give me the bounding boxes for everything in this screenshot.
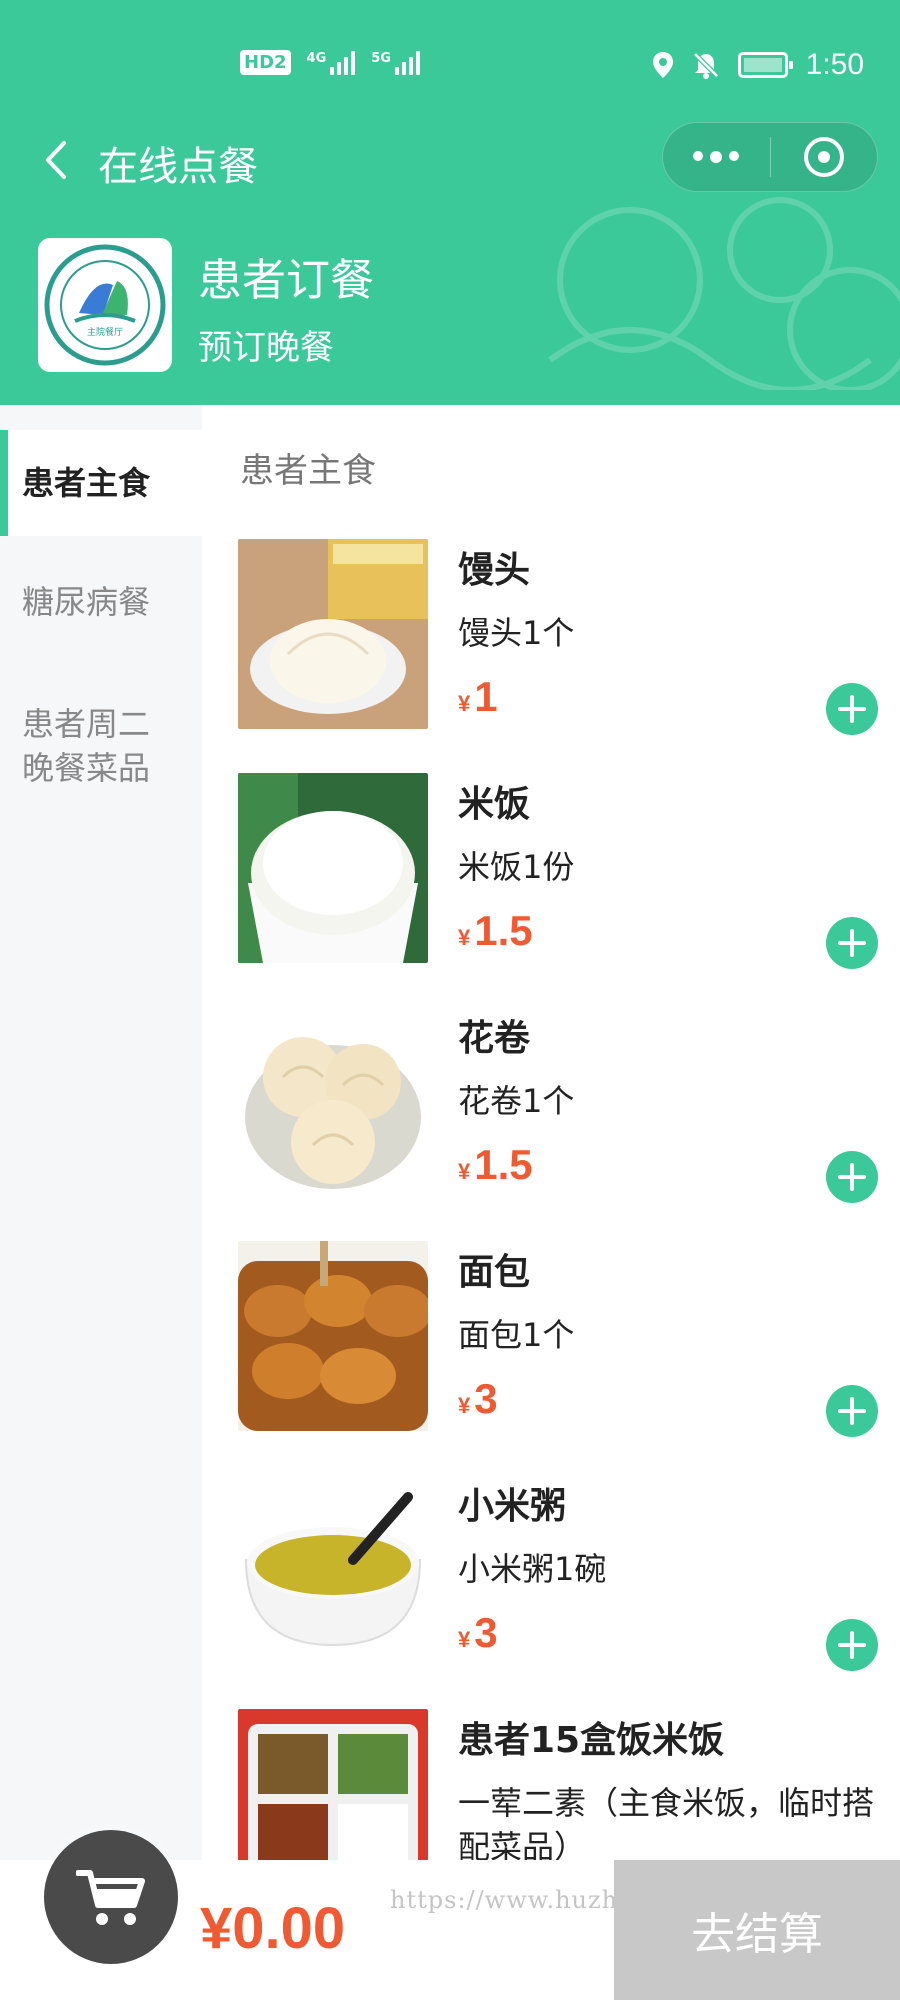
sidebar-item-diabetes-meal[interactable]: 糖尿病餐 (0, 580, 202, 624)
item-desc: 米饭1份 (458, 848, 575, 886)
list-item: 患者15盒饭米饭 一荤二素（主食米饭，临时搭配菜品） ¥15 (238, 1709, 878, 1860)
food-image-bread (238, 1241, 428, 1431)
food-image-huajuan (238, 1007, 428, 1197)
item-name: 患者15盒饭米饭 (458, 1720, 725, 1761)
decorative-pattern (548, 197, 900, 390)
add-to-cart-button[interactable] (826, 1151, 878, 1203)
item-desc: 一荤二素（主食米饭，临时搭配菜品） (458, 1784, 875, 1860)
sidebar-item-patient-staple[interactable]: 患者主食 (0, 430, 202, 536)
item-price: ¥3 (458, 1609, 498, 1656)
close-miniprogram-button[interactable] (770, 122, 877, 192)
header: HD2 4G 5G 1:50 在线点餐 主院餐厅 患者订餐 预订晚餐 (0, 0, 900, 405)
shop-name: 患者订餐 (198, 255, 374, 306)
item-name: 馒头 (458, 550, 531, 591)
item-desc: 馒头1个 (458, 614, 575, 652)
food-image-boxed-meal (238, 1709, 428, 1860)
target-icon (803, 137, 844, 177)
list-item: 面包 面包1个 ¥3 (238, 1241, 878, 1437)
more-dots-icon (693, 151, 740, 163)
item-name: 面包 (458, 1252, 531, 1293)
item-price: ¥1 (458, 673, 498, 720)
item-name: 小米粥 (458, 1486, 567, 1527)
add-to-cart-button[interactable] (826, 683, 878, 735)
location-icon (652, 52, 673, 78)
checkout-button[interactable]: 去结算 (614, 1860, 900, 2000)
mute-bell-icon (692, 52, 719, 79)
hd-badge: HD2 (240, 50, 291, 75)
list-item: 花卷 花卷1个 ¥1.5 (238, 1007, 878, 1203)
shop-info: 主院餐厅 患者订餐 预订晚餐 (38, 238, 374, 372)
item-desc: 小米粥1碗 (458, 1550, 607, 1588)
sidebar-item-label: 患者周二晚餐菜品 (22, 705, 151, 787)
navbar: 在线点餐 (0, 120, 900, 200)
more-button[interactable] (663, 122, 770, 192)
back-button[interactable] (28, 132, 84, 188)
list-item: 馒头 馒头1个 ¥1 (238, 539, 878, 735)
item-price: ¥3 (458, 1375, 498, 1422)
cart-button[interactable] (44, 1830, 178, 1964)
list-item: 小米粥 小米粥1碗 ¥3 (238, 1475, 878, 1671)
section-title: 患者主食 (240, 451, 376, 491)
status-bar: HD2 4G 5G 1:50 (0, 0, 900, 130)
shopping-cart-icon (76, 1870, 145, 1925)
miniprogram-capsule (662, 122, 878, 192)
item-name: 花卷 (458, 1018, 531, 1059)
add-to-cart-button[interactable] (826, 1385, 878, 1437)
shop-subtitle: 预订晚餐 (198, 328, 334, 368)
signal-4g-icon: 4G (307, 50, 356, 75)
item-desc: 花卷1个 (458, 1082, 575, 1120)
sidebar-item-tuesday-dinner[interactable]: 患者周二晚餐菜品 (0, 702, 180, 790)
item-desc: 面包1个 (458, 1316, 575, 1354)
category-sidebar (0, 415, 202, 1860)
clock: 1:50 (805, 48, 864, 81)
page-title: 在线点餐 (98, 144, 258, 190)
add-to-cart-button[interactable] (826, 917, 878, 969)
item-price: ¥1.5 (458, 1141, 533, 1188)
item-name: 米饭 (458, 784, 531, 825)
svg-text:主院餐厅: 主院餐厅 (87, 326, 123, 338)
menu-list: 患者主食 馒头 馒头1个 ¥1 米饭 米饭1份 ¥1.5 花卷 花卷1个 ¥1.… (202, 405, 900, 1860)
food-image-millet-porridge (238, 1475, 428, 1665)
shop-logo: 主院餐厅 (38, 238, 172, 372)
cart-total: ¥0.00 (200, 1896, 346, 1961)
list-item: 米饭 米饭1份 ¥1.5 (238, 773, 878, 969)
food-image-rice (238, 773, 428, 963)
battery-icon (737, 52, 793, 78)
sidebar-item-label: 患者主食 (22, 464, 151, 502)
hospital-logo-icon: 主院餐厅 (44, 244, 166, 366)
chevron-left-icon (46, 141, 66, 179)
sidebar-item-label: 糖尿病餐 (22, 583, 151, 621)
food-image-mantou (238, 539, 428, 729)
add-to-cart-button[interactable] (826, 1619, 878, 1671)
item-price: ¥1.5 (458, 907, 533, 954)
signal-5g-icon: 5G (371, 50, 420, 75)
